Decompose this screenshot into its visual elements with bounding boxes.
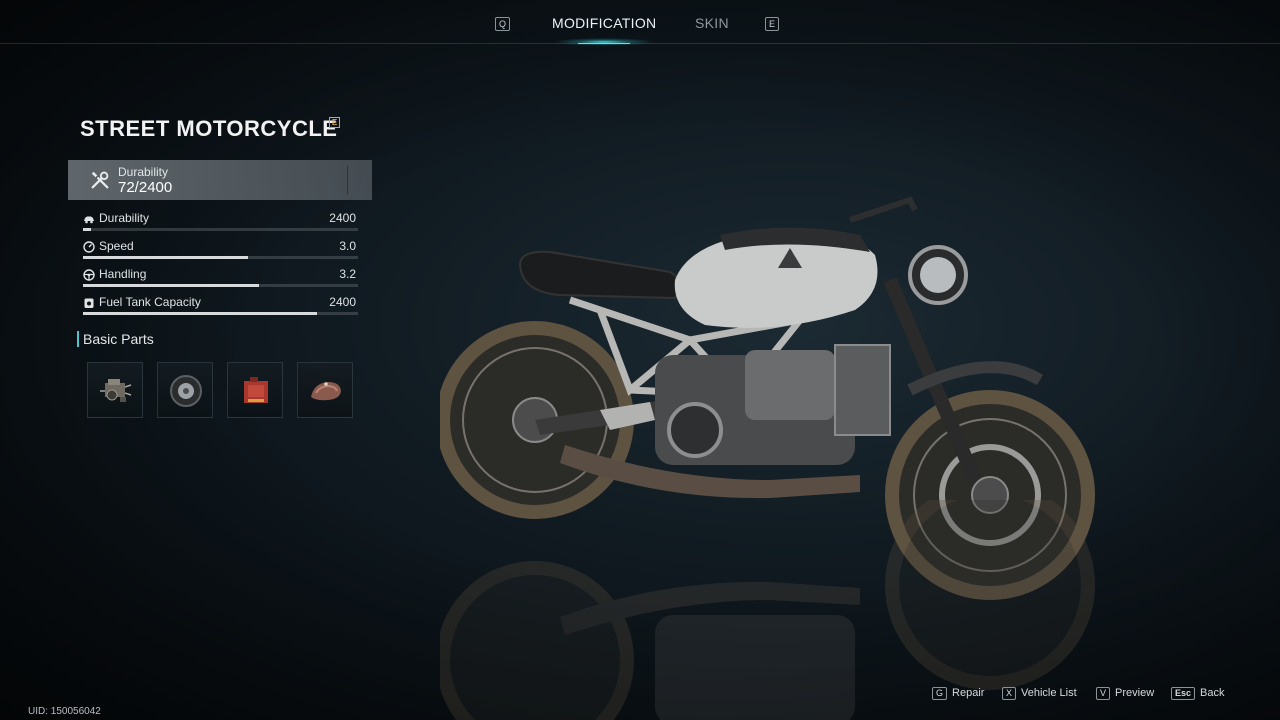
stat-value: 2400 <box>329 295 356 309</box>
banner-divider <box>347 166 348 194</box>
stat-bar-fill <box>83 228 92 231</box>
repair-hint[interactable]: G Repair <box>932 685 984 701</box>
fuel-tank <box>674 227 878 328</box>
stat-speed: Speed 3.0 <box>83 239 358 259</box>
speedometer-icon <box>83 241 95 253</box>
durability-banner[interactable]: Durability 72/2400 <box>68 160 372 200</box>
key-cap: Esc <box>1171 686 1196 700</box>
stat-bar <box>83 312 358 315</box>
engine <box>655 344 891 465</box>
part-slot-engine[interactable] <box>87 362 143 418</box>
stat-bar <box>83 284 358 287</box>
stat-handling: Handling 3.2 <box>83 267 358 287</box>
durability-value: 72/2400 <box>118 179 173 196</box>
tab-modification[interactable]: MODIFICATION <box>552 15 656 31</box>
handlebar <box>849 196 918 223</box>
stat-durability: Durability 2400 <box>83 211 358 231</box>
stat-value: 2400 <box>329 211 356 225</box>
seat <box>518 250 680 300</box>
hint-label: Back <box>1200 687 1225 699</box>
stat-fuel-tank-capacity: Fuel Tank Capacity 2400 <box>83 295 358 315</box>
fuel-icon <box>84 298 94 308</box>
stat-bar-fill <box>83 312 317 315</box>
stat-label: Speed <box>99 239 134 253</box>
prev-tab-key[interactable]: Q <box>495 17 511 31</box>
part-slot-fuel-tank[interactable] <box>297 362 353 418</box>
car-icon <box>84 216 94 224</box>
stat-label: Handling <box>99 267 147 281</box>
durability-label: Durability <box>118 165 169 179</box>
next-tab-key[interactable]: E <box>765 17 780 31</box>
stat-label: Durability <box>99 211 150 225</box>
stat-label: Fuel Tank Capacity <box>99 295 201 309</box>
active-tab-glow <box>554 38 654 46</box>
tab-skin[interactable]: SKIN <box>695 15 729 31</box>
stat-bar <box>83 256 358 259</box>
key-cap: X <box>1002 686 1017 700</box>
fuel-tank-part-icon <box>311 382 341 401</box>
stat-value: 3.0 <box>339 239 356 253</box>
vehicle-name: STREET MOTORCYCLE <box>80 116 338 141</box>
stat-value: 3.2 <box>339 267 356 281</box>
top-nav: Q MODIFICATION SKIN E <box>0 0 1280 46</box>
rarity-badge: E <box>329 117 340 128</box>
key-cap: V <box>1096 686 1111 700</box>
part-slot-tire[interactable] <box>157 362 213 418</box>
steering-wheel-icon <box>83 269 95 281</box>
hint-label: Preview <box>1115 687 1155 699</box>
repair-tools-icon <box>91 171 109 189</box>
fuel-can-part-icon <box>244 377 268 403</box>
key-cap: G <box>932 686 948 700</box>
stat-bar <box>83 228 358 231</box>
preview-hint[interactable]: V Preview <box>1096 685 1154 701</box>
hint-label: Vehicle List <box>1021 687 1077 699</box>
stat-bar-fill <box>83 256 248 259</box>
active-tab-indicator <box>578 43 630 44</box>
basic-parts-title: Basic Parts <box>77 331 154 347</box>
engine-part-icon <box>100 379 132 402</box>
tire-part-icon <box>170 375 202 407</box>
part-slot-fuel-can[interactable] <box>227 362 283 418</box>
user-id: UID: 150056042 <box>28 706 101 717</box>
back-hint[interactable]: Esc Back <box>1171 685 1224 701</box>
stat-bar-fill <box>83 284 259 287</box>
headlight <box>908 245 968 305</box>
hint-label: Repair <box>952 687 985 699</box>
vehicle-list-hint[interactable]: X Vehicle List <box>1002 685 1077 701</box>
